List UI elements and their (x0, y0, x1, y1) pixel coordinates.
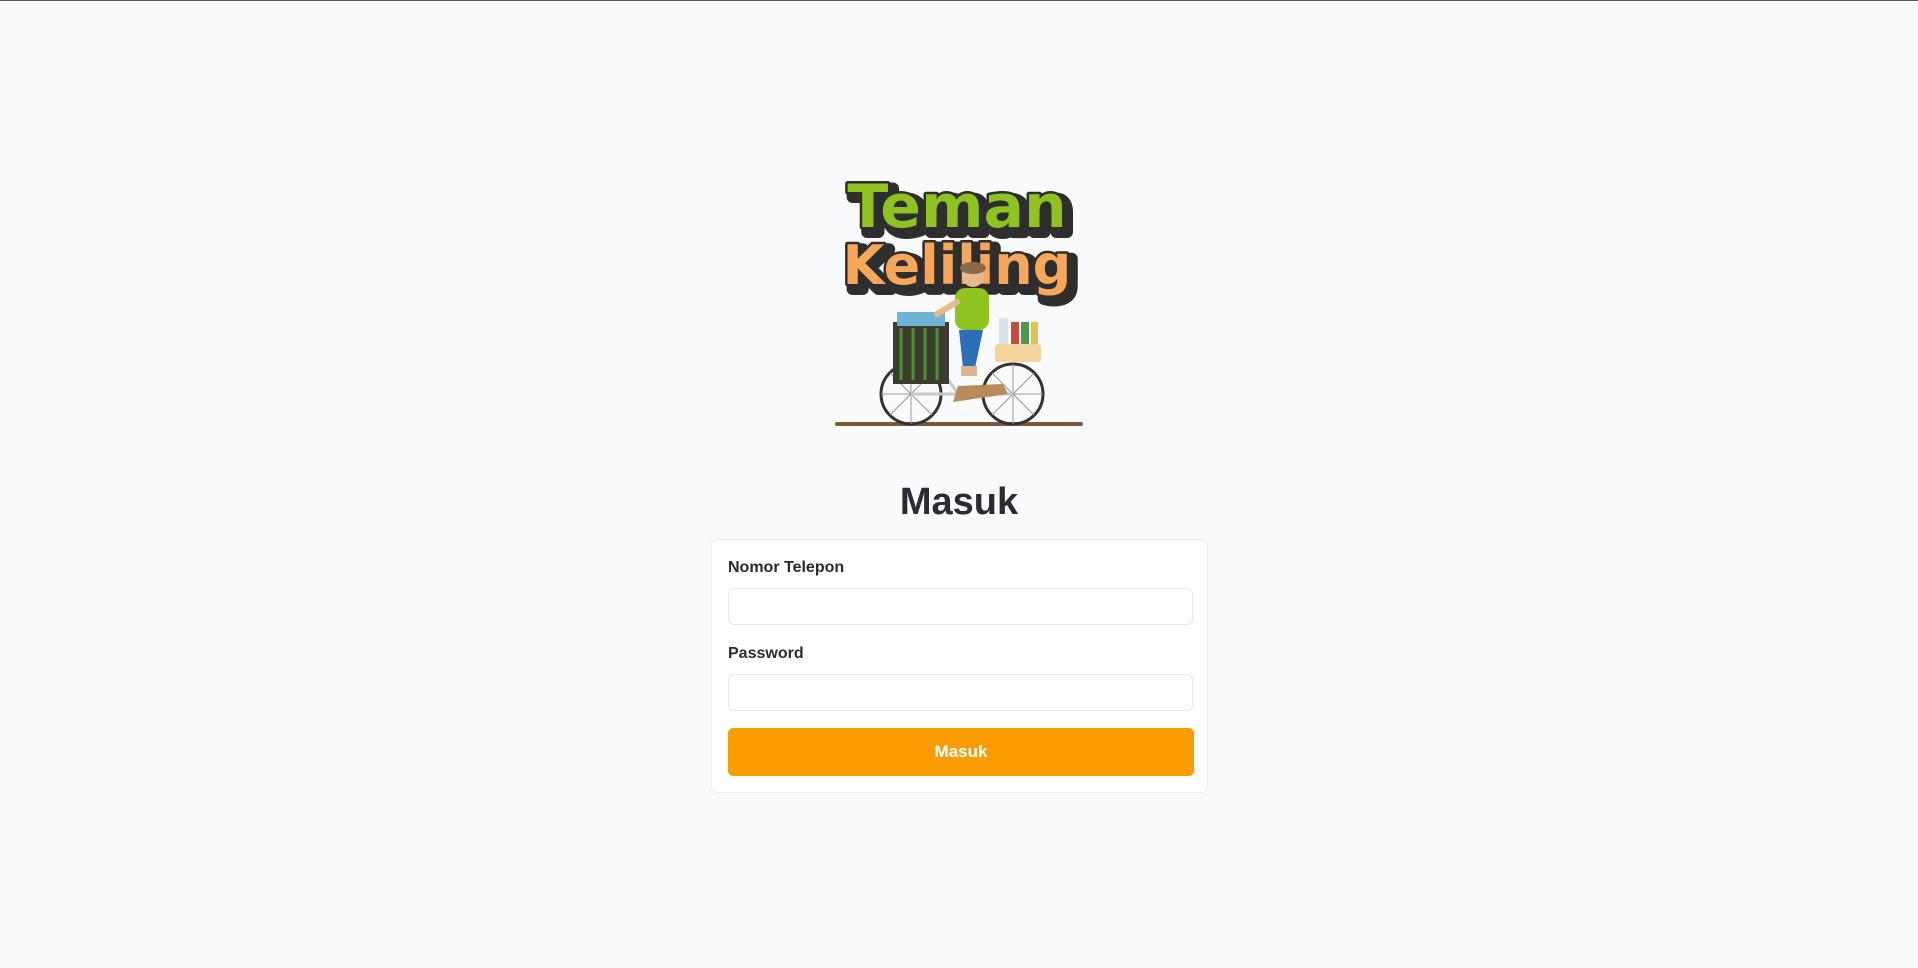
page-title: Masuk (899, 481, 1019, 523)
phone-label: Nomor Telepon (728, 559, 845, 576)
top-border (0, 0, 1918, 1)
password-input[interactable] (728, 674, 1193, 711)
login-page: Teman Teman Keliling Keliling Masuk Nomo… (0, 0, 1918, 968)
login-button[interactable]: Masuk (728, 728, 1194, 776)
phone-input[interactable] (728, 588, 1193, 625)
teman-keliling-logo: Teman Teman Keliling Keliling (833, 172, 1085, 430)
logo-line2: Keliling (843, 234, 1072, 297)
logo-line1: Teman (847, 172, 1066, 242)
password-label: Password (728, 645, 804, 662)
login-form: Nomor Telepon Password Masuk (711, 539, 1208, 793)
